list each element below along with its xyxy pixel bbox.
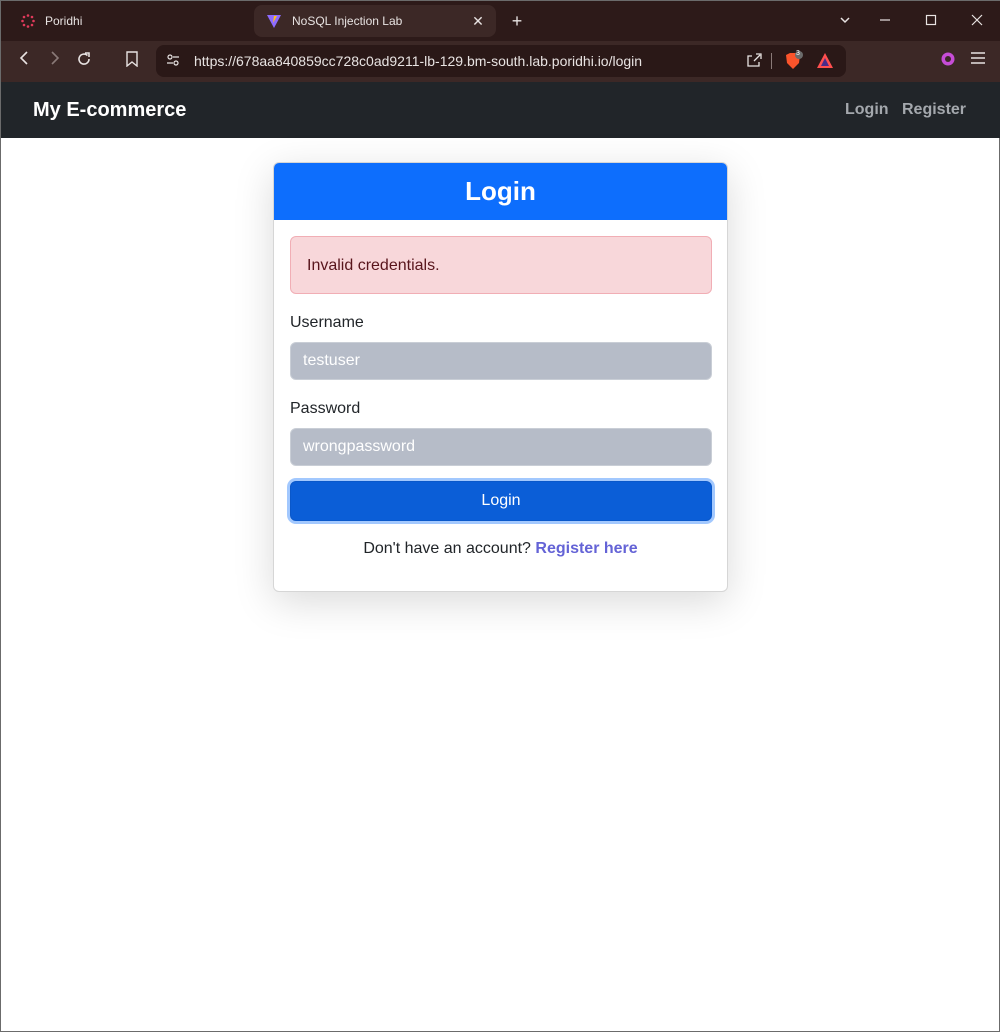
brave-shields-icon[interactable]: 3 bbox=[783, 50, 803, 76]
browser-tab-strip: Poridhi NoSQL Injection Lab ✕ + bbox=[1, 1, 1000, 41]
tab-poridhi[interactable]: Poridhi bbox=[9, 5, 249, 37]
username-input[interactable] bbox=[290, 342, 712, 380]
menu-icon[interactable] bbox=[968, 51, 988, 71]
password-label: Password bbox=[290, 400, 361, 417]
password-input[interactable] bbox=[290, 428, 712, 466]
new-tab-icon[interactable]: + bbox=[507, 11, 527, 31]
bookmark-icon[interactable] bbox=[122, 51, 142, 71]
url-text: https://678aa840859cc728c0ad9211-lb-129.… bbox=[194, 53, 643, 69]
poridhi-logo-icon bbox=[21, 14, 35, 28]
card-header: Login bbox=[274, 163, 727, 220]
username-label: Username bbox=[290, 314, 364, 331]
tab-search-chevron-icon[interactable] bbox=[835, 11, 855, 31]
login-card: Login Invalid credentials. Username Pass… bbox=[273, 162, 728, 592]
login-button[interactable]: Login bbox=[290, 481, 712, 521]
divider bbox=[771, 53, 772, 69]
site-navbar: My E-commerce Login Register bbox=[1, 82, 1000, 138]
vite-logo-icon bbox=[267, 15, 281, 28]
brave-rewards-icon[interactable] bbox=[816, 52, 834, 75]
register-prompt: Don't have an account? Register here bbox=[274, 540, 727, 558]
minimize-icon[interactable] bbox=[875, 11, 895, 31]
register-prompt-text: Don't have an account? bbox=[363, 540, 531, 557]
tab-label: Poridhi bbox=[45, 14, 83, 28]
address-bar[interactable]: https://678aa840859cc728c0ad9211-lb-129.… bbox=[156, 45, 846, 77]
share-icon[interactable] bbox=[746, 52, 762, 73]
nav-link-login[interactable]: Login bbox=[845, 101, 889, 119]
tab-label: NoSQL Injection Lab bbox=[292, 14, 403, 28]
back-icon[interactable] bbox=[15, 51, 35, 71]
leo-ai-icon[interactable] bbox=[938, 51, 958, 71]
forward-icon[interactable] bbox=[44, 51, 64, 71]
maximize-icon[interactable] bbox=[921, 11, 941, 31]
brand-logo-text[interactable]: My E-commerce bbox=[33, 99, 186, 122]
alert-message: Invalid credentials. bbox=[307, 257, 440, 274]
tab-nosql-injection-lab[interactable]: NoSQL Injection Lab ✕ bbox=[254, 5, 496, 37]
error-alert: Invalid credentials. bbox=[290, 236, 712, 294]
close-window-icon[interactable] bbox=[967, 11, 987, 31]
reload-icon[interactable] bbox=[74, 51, 94, 71]
shields-count-badge: 3 bbox=[796, 50, 800, 57]
site-settings-icon[interactable] bbox=[166, 53, 180, 72]
close-tab-icon[interactable]: ✕ bbox=[470, 13, 486, 29]
card-title: Login bbox=[465, 176, 536, 206]
nav-link-register[interactable]: Register bbox=[902, 101, 966, 119]
register-link[interactable]: Register here bbox=[535, 540, 637, 557]
